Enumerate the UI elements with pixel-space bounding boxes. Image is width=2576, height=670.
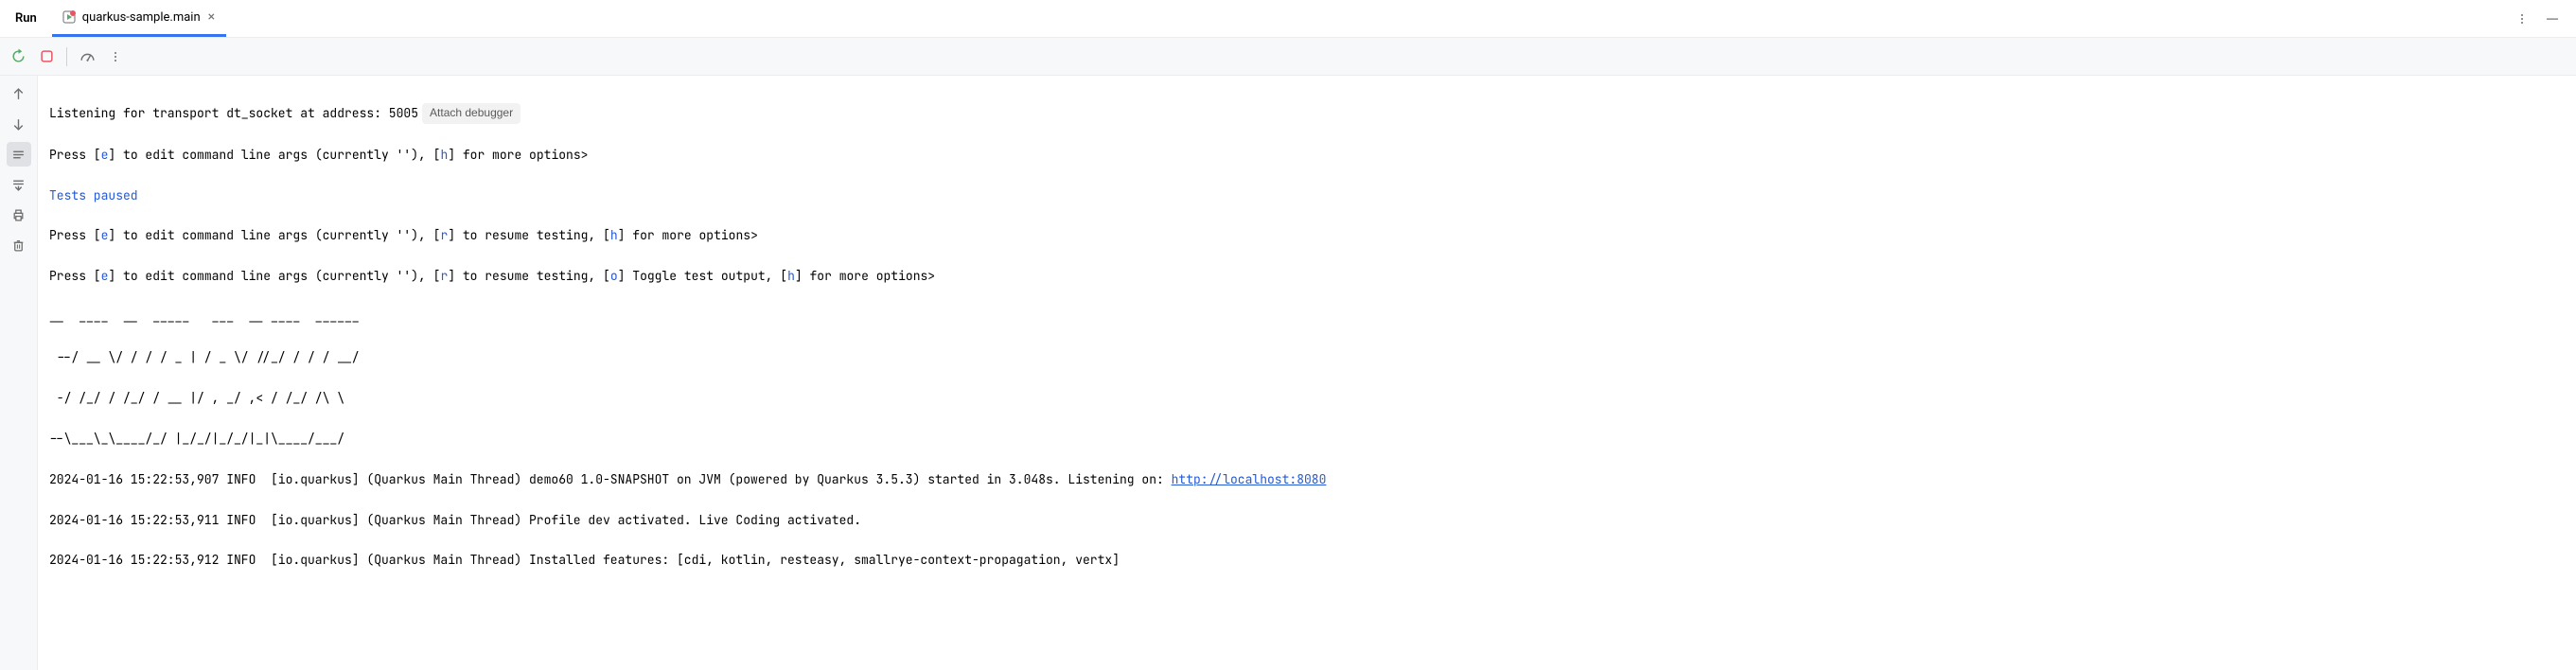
localhost-link[interactable]: http://localhost:8080 xyxy=(1172,471,1327,487)
console-line: Tests paused xyxy=(49,185,2568,205)
console-line: Press [e] to edit command line args (cur… xyxy=(49,145,2568,165)
header-right xyxy=(2512,9,2568,29)
console-line: Press [e] to edit command line args (cur… xyxy=(49,266,2568,286)
attach-debugger-pill[interactable]: Attach debugger xyxy=(422,103,520,124)
soft-wrap-icon[interactable] xyxy=(7,142,31,167)
body: Listening for transport dt_socket at add… xyxy=(0,76,2576,670)
print-icon[interactable] xyxy=(7,203,31,227)
console-line: Listening for transport dt_socket at add… xyxy=(49,103,2568,124)
tests-paused-link[interactable]: Tests paused xyxy=(49,187,138,203)
trash-icon[interactable] xyxy=(7,233,31,257)
hide-icon[interactable] xyxy=(2542,9,2563,29)
rerun-button[interactable] xyxy=(6,44,30,69)
more-menu-icon[interactable] xyxy=(2512,9,2532,29)
toolbar-more-icon[interactable] xyxy=(103,44,128,69)
stop-button[interactable] xyxy=(34,44,59,69)
separator xyxy=(66,47,67,66)
scroll-down-icon[interactable] xyxy=(7,112,31,136)
console-line: 2024-01-16 15:22:53,907 INFO [io.quarkus… xyxy=(49,469,2568,489)
console-line: Press [e] to edit command line args (cur… xyxy=(49,225,2568,245)
scroll-to-end-icon[interactable] xyxy=(7,172,31,197)
ascii-art: --/ __ \/ / / / _ | / _ \/ //_/ / / / __… xyxy=(49,347,2568,367)
console-line: 2024-01-16 15:22:53,912 INFO [io.quarkus… xyxy=(49,550,2568,570)
run-config-icon xyxy=(62,9,77,25)
close-icon[interactable]: × xyxy=(206,10,217,24)
header: Run quarkus-sample.main × xyxy=(0,0,2576,38)
run-tool-window: Run quarkus-sample.main × xyxy=(0,0,2576,670)
console-output[interactable]: Listening for transport dt_socket at add… xyxy=(38,76,2576,670)
console-gutter xyxy=(0,76,38,670)
performance-icon[interactable] xyxy=(75,44,99,69)
panel-title: Run xyxy=(8,11,44,26)
run-toolbar xyxy=(0,38,2576,76)
tab-label: quarkus-sample.main xyxy=(82,10,201,25)
ascii-art: __ ____ __ _____ ___ __ ____ ______ xyxy=(49,307,2568,326)
ascii-art: --\___\_\____/_/ |_/_/|_/_/|_|\____/___/ xyxy=(49,429,2568,449)
ascii-art: -/ /_/ / /_/ / __ |/ , _/ ,< / /_/ /\ \ xyxy=(49,388,2568,408)
run-tab[interactable]: quarkus-sample.main × xyxy=(52,0,226,37)
console-line: 2024-01-16 15:22:53,911 INFO [io.quarkus… xyxy=(49,510,2568,530)
scroll-up-icon[interactable] xyxy=(7,81,31,106)
